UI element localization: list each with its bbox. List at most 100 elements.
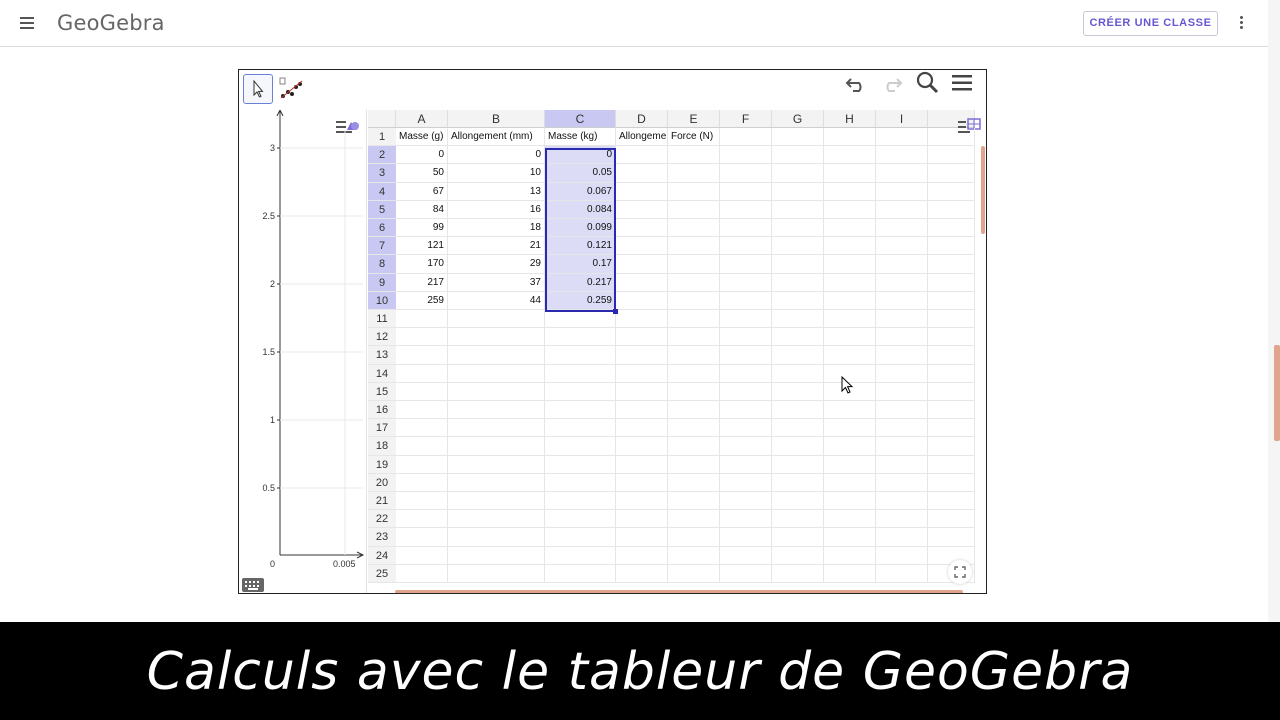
cell-h4[interactable] — [824, 182, 876, 201]
cell-b25[interactable] — [448, 564, 545, 583]
cell-b14[interactable] — [448, 364, 545, 383]
cell-c22[interactable] — [545, 510, 616, 529]
cell-d15[interactable] — [616, 382, 668, 401]
cell-d11[interactable] — [616, 310, 668, 329]
cell-f24[interactable] — [720, 546, 772, 565]
cell-f16[interactable] — [720, 401, 772, 420]
column-header-b[interactable]: B — [448, 110, 545, 128]
create-class-button[interactable]: CRÉER UNE CLASSE — [1083, 11, 1218, 36]
cell-e6[interactable] — [668, 219, 720, 238]
cell-f8[interactable] — [720, 255, 772, 274]
cell-g12[interactable] — [772, 328, 824, 347]
keyboard-icon[interactable] — [242, 578, 264, 592]
cell-c14[interactable] — [545, 364, 616, 383]
fullscreen-button[interactable] — [948, 560, 972, 584]
cell-d20[interactable] — [616, 473, 668, 492]
cell-b12[interactable] — [448, 328, 545, 347]
cell-b4[interactable]: 13 — [448, 182, 545, 201]
cell-c19[interactable] — [545, 455, 616, 474]
cell-g20[interactable] — [772, 473, 824, 492]
cell-e9[interactable] — [668, 273, 720, 292]
cell-i20[interactable] — [876, 473, 928, 492]
cell-h21[interactable] — [824, 492, 876, 511]
row-header-3[interactable]: 3 — [368, 164, 396, 183]
cell-x19[interactable] — [928, 455, 975, 474]
cell-e14[interactable] — [668, 364, 720, 383]
cell-d3[interactable] — [616, 164, 668, 183]
cell-d17[interactable] — [616, 419, 668, 438]
cell-e21[interactable] — [668, 492, 720, 511]
cell-i9[interactable] — [876, 273, 928, 292]
row-header-8[interactable]: 8 — [368, 255, 396, 274]
cell-i22[interactable] — [876, 510, 928, 529]
cell-a5[interactable]: 84 — [396, 200, 448, 219]
column-header-g[interactable]: G — [772, 110, 824, 128]
cell-a12[interactable] — [396, 328, 448, 347]
row-header-7[interactable]: 7 — [368, 237, 396, 256]
cell-a10[interactable]: 259 — [396, 291, 448, 310]
cell-h1[interactable] — [824, 128, 876, 147]
cell-d7[interactable] — [616, 237, 668, 256]
cell-e19[interactable] — [668, 455, 720, 474]
main-menu-icon[interactable] — [949, 70, 975, 96]
cell-e7[interactable] — [668, 237, 720, 256]
row-header-14[interactable]: 14 — [368, 364, 396, 383]
cell-e3[interactable] — [668, 164, 720, 183]
cell-a25[interactable] — [396, 564, 448, 583]
cell-g15[interactable] — [772, 382, 824, 401]
column-header-e[interactable]: E — [668, 110, 720, 128]
sheet-corner[interactable] — [368, 110, 396, 128]
cell-b22[interactable] — [448, 510, 545, 529]
cell-h9[interactable] — [824, 273, 876, 292]
cell-f12[interactable] — [720, 328, 772, 347]
cell-x22[interactable] — [928, 510, 975, 529]
cell-i4[interactable] — [876, 182, 928, 201]
cell-i10[interactable] — [876, 291, 928, 310]
column-header-f[interactable]: F — [720, 110, 772, 128]
cell-c9[interactable]: 0.217 — [545, 273, 616, 292]
more-options-icon[interactable] — [1240, 16, 1244, 30]
cell-i25[interactable] — [876, 564, 928, 583]
cell-x10[interactable] — [928, 291, 975, 310]
cell-d23[interactable] — [616, 528, 668, 547]
cell-x20[interactable] — [928, 473, 975, 492]
cell-f19[interactable] — [720, 455, 772, 474]
cell-d4[interactable] — [616, 182, 668, 201]
cell-h13[interactable] — [824, 346, 876, 365]
cell-a21[interactable] — [396, 492, 448, 511]
cell-c5[interactable]: 0.084 — [545, 200, 616, 219]
cell-i23[interactable] — [876, 528, 928, 547]
cell-i11[interactable] — [876, 310, 928, 329]
cell-a11[interactable] — [396, 310, 448, 329]
cell-e16[interactable] — [668, 401, 720, 420]
cell-d9[interactable] — [616, 273, 668, 292]
cell-i6[interactable] — [876, 219, 928, 238]
row-header-11[interactable]: 11 — [368, 310, 396, 329]
cell-g23[interactable] — [772, 528, 824, 547]
geogebra-logo[interactable]: GeoGebra — [57, 11, 165, 35]
cell-i19[interactable] — [876, 455, 928, 474]
cell-g24[interactable] — [772, 546, 824, 565]
cell-c21[interactable] — [545, 492, 616, 511]
cell-d12[interactable] — [616, 328, 668, 347]
cell-h6[interactable] — [824, 219, 876, 238]
cell-x14[interactable] — [928, 364, 975, 383]
cell-i15[interactable] — [876, 382, 928, 401]
row-header-18[interactable]: 18 — [368, 437, 396, 456]
cell-g25[interactable] — [772, 564, 824, 583]
cell-x9[interactable] — [928, 273, 975, 292]
row-header-4[interactable]: 4 — [368, 182, 396, 201]
cell-f6[interactable] — [720, 219, 772, 238]
column-header-a[interactable]: A — [396, 110, 448, 128]
cell-g22[interactable] — [772, 510, 824, 529]
cell-g3[interactable] — [772, 164, 824, 183]
cell-d5[interactable] — [616, 200, 668, 219]
cell-i18[interactable] — [876, 437, 928, 456]
cell-f11[interactable] — [720, 310, 772, 329]
row-header-20[interactable]: 20 — [368, 473, 396, 492]
cell-i13[interactable] — [876, 346, 928, 365]
cell-e17[interactable] — [668, 419, 720, 438]
cell-b5[interactable]: 16 — [448, 200, 545, 219]
cell-h25[interactable] — [824, 564, 876, 583]
cell-c6[interactable]: 0.099 — [545, 219, 616, 238]
